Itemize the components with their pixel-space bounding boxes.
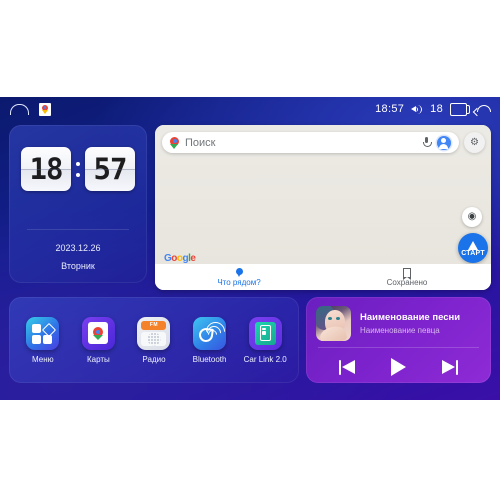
track-meta: Наименование песни Наименование певца [360,312,483,335]
google-logo-e: e [190,253,196,264]
radio-band-label: FM [141,320,167,330]
map-pin-glyph [93,326,104,340]
music-controls [306,353,491,381]
bluetooth-phone-icon[interactable] [193,316,227,350]
start-navigation-button[interactable]: СТАРТ [458,233,488,263]
app-car-link-label: Car Link 2.0 [243,354,287,364]
tab-nearby-label: Что рядом? [217,277,261,287]
clock-date: 2023.12.26 [55,243,101,253]
speaker-grille [147,332,161,345]
clock-hours-card: 18 [21,147,71,191]
home-icon[interactable] [10,103,29,115]
app-maps-label: Карты [86,354,110,364]
start-button-label: СТАРТ [461,250,485,257]
my-location-icon[interactable]: ◉ [462,207,482,227]
radio-body [141,331,167,346]
app-bluetooth-label: Bluetooth [192,354,227,364]
map-pin-glyph [42,104,48,114]
album-cover-portrait[interactable] [316,305,351,341]
recents-icon[interactable] [450,102,470,116]
map-pin-icon [170,136,179,149]
track-artist: Наименование певца [360,325,440,335]
clock-hours: 18 [29,152,64,186]
status-bar-right: 18:57 18 [375,102,491,116]
maps-card [88,322,109,344]
maps-app-icon[interactable] [81,316,115,350]
app-maps[interactable]: Карты [72,316,124,364]
car-link-screen [254,321,276,345]
status-time: 18:57 [375,103,405,115]
car-link-icon[interactable] [248,316,282,350]
music-divider [318,347,479,348]
tab-nearby[interactable]: Что рядом? [155,264,323,290]
previous-track-button[interactable] [338,359,358,376]
microphone-icon[interactable] [422,136,432,149]
play-button[interactable] [389,358,409,376]
clock-divider [27,229,129,230]
app-car-link[interactable]: Car Link 2.0 [239,316,291,364]
app-radio-label: Радио [142,354,166,364]
clock-weekday: Вторник [61,261,95,271]
app-menu[interactable]: Меню [17,316,69,364]
flip-clock: 18 57 [9,147,147,191]
google-maps-widget[interactable]: Поиск ⚙ Google ◉ СТАРТ Что рядом? Сохран… [155,125,491,290]
clock-minutes: 57 [93,152,128,186]
track-title: Наименование песни [360,311,461,323]
apps-grid-icon[interactable] [26,316,60,350]
map-search-bar[interactable]: Поиск [162,132,459,153]
account-avatar-icon[interactable] [437,135,451,150]
next-track-button[interactable] [440,359,460,376]
navigation-arrow-icon [468,241,478,250]
skip-previous-icon [339,359,356,375]
google-logo: Google [164,253,196,264]
play-icon [391,358,406,376]
now-playing: Наименование песни Наименование певца [316,305,483,341]
clock-colon [76,161,80,177]
locate-glyph: ◉ [467,211,477,222]
status-bar-left [10,102,51,116]
volume-level: 18 [430,103,443,115]
app-radio[interactable]: FM Радио [128,316,180,364]
search-input[interactable]: Поиск [185,137,416,149]
gear-glyph: ⚙ [470,136,479,148]
google-maps-icon[interactable] [39,102,51,116]
app-menu-label: Меню [31,354,54,364]
back-icon[interactable] [474,103,491,115]
fm-radio-icon[interactable]: FM [137,316,171,350]
clock-widget[interactable]: 18 57 2023.12.26 Вторник [9,125,147,283]
car-head-unit-home-screen: 18:57 18 18 57 2023.12.26 Вторник Поиск … [0,97,500,400]
place-pin-icon [235,267,243,277]
map-tab-bar: Что рядом? Сохранено [155,264,491,290]
status-bar: 18:57 18 [0,97,500,121]
phone-glyph [259,325,271,341]
clock-minutes-card: 57 [85,147,135,191]
music-player-widget[interactable]: Наименование песни Наименование певца [306,297,491,383]
skip-next-icon [441,359,458,375]
app-bluetooth[interactable]: Bluetooth [184,316,236,364]
bookmark-icon [402,267,411,280]
volume-icon[interactable] [411,104,423,115]
app-dock: Меню Карты FM Радио Bluetooth Car Link 2… [9,297,299,383]
settings-gear-icon[interactable]: ⚙ [464,132,485,153]
tab-saved[interactable]: Сохранено [323,264,491,290]
